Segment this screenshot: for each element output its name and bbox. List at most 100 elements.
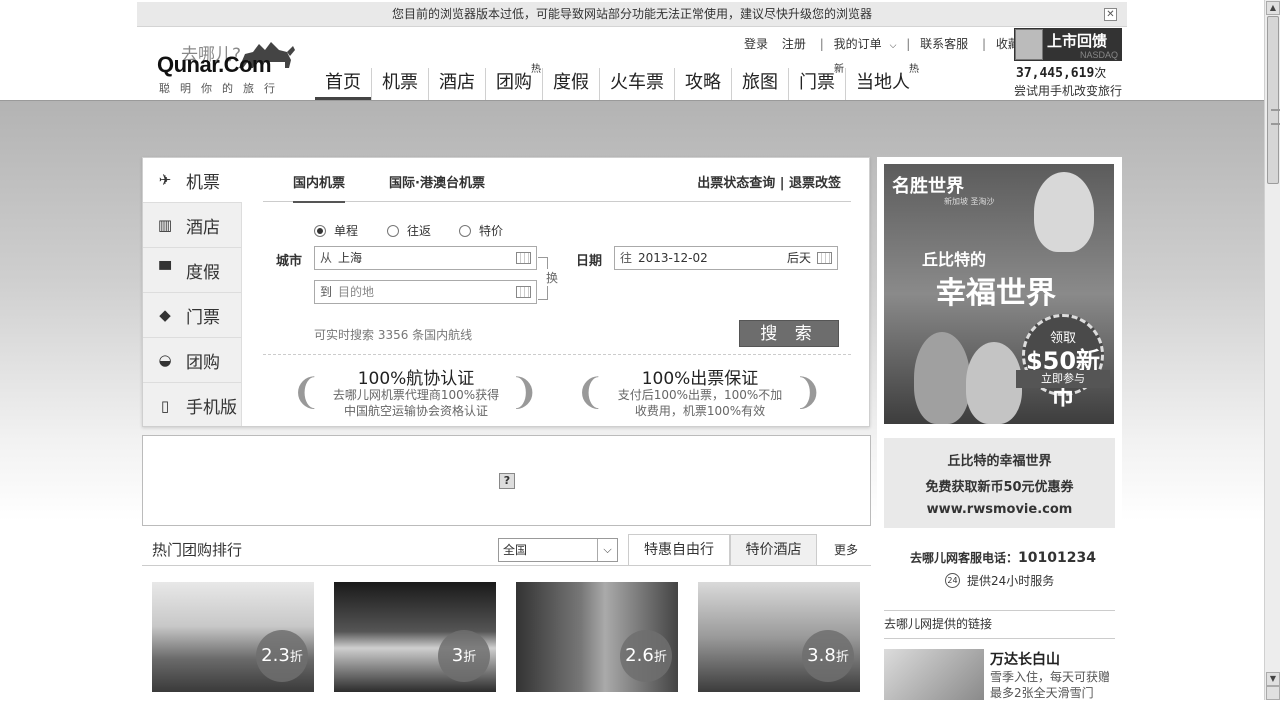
deal-thumbnail-lagoon[interactable]: 2.6折 [516,582,678,692]
nav-item-home[interactable]: 首页 [315,68,371,100]
man-photo [914,332,970,424]
counter-value: 37,445,619 [1016,66,1095,81]
login-link[interactable]: 登录 [744,37,768,51]
separator: | [819,37,824,51]
laurel-right-icon: ❩ [793,372,824,413]
ipo-thumbnail [1015,29,1043,60]
hotline-number: 10101234 [1018,550,1096,566]
cert-desc: 支付后100%出票，100%不加收费用，机票100%有效 [617,388,783,418]
swap-cities-button[interactable]: 换 [546,269,559,286]
radio-special-price[interactable]: 特价 [459,222,503,239]
radio-one-way[interactable]: 单程 [314,222,358,239]
qunar-logo[interactable]: 去哪儿? Qunar.Com 聪明你的旅行 [157,38,297,98]
banner-headline-2: 幸福世界 [936,276,1056,311]
vertical-scrollbar[interactable]: ▲ ▼ [1264,0,1280,700]
departure-date-input[interactable]: 往 2013-12-02 后天 [614,246,838,270]
from-city-input[interactable]: 从上海 [314,246,537,270]
deal-tabs-underline [142,565,871,566]
radio-icon [387,224,399,237]
separator: | [981,37,986,51]
nav-item-train[interactable]: 火车票 [599,68,674,100]
ski-resort-thumbnail[interactable] [884,649,984,700]
tab-free-travel-deals[interactable]: 特惠自由行 [628,534,730,566]
ad-slot[interactable]: ? [142,435,871,526]
logo-tagline: 聪明你的旅行 [159,82,285,95]
tab-hotel-deals[interactable]: 特价酒店 [730,534,817,566]
nav-item-tickets[interactable]: 门票新 [788,64,845,100]
links-section-title: 去哪儿网提供的链接 [884,617,993,631]
search-counter: 37,445,619次 [1016,64,1106,81]
banner-logo: 名胜世界 [892,176,964,197]
city-list-icon[interactable] [516,286,531,298]
side-tab-group-buy[interactable]: ◒ 团购 [143,338,241,383]
calendar-icon[interactable] [817,252,832,264]
logo-brand-text: Qunar.Com [157,52,272,77]
ipo-exchange: NASDAQ [1079,50,1118,60]
cert-title: 100%出票保证 [641,369,759,389]
tab-domestic-flights[interactable]: 国内机票 [293,172,346,203]
booking-panel: ✈ 机票 ▥ 酒店 ▀ 度假 ◆ 门票 ◒ 团购 ▯ 手机版 国内机票 国际·港澳台机票 出… [142,157,870,427]
group-buy-ranking-title: 热门团购排行 [152,541,243,559]
top-links: 登录 注册 | 我的订单 ⌵ | 联系客服 | 收藏 [744,35,1024,52]
city-list-icon[interactable] [516,252,531,264]
more-link[interactable]: 更多 [834,541,858,558]
side-tab-vacation[interactable]: ▀ 度假 [143,248,241,293]
building-icon: ▥ [157,216,173,234]
deal-thumbnail-villa[interactable]: 3.8折 [698,582,860,692]
tag-icon: ◆ [159,306,171,324]
header-divider [0,100,1264,101]
customer-service-link[interactable]: 联系客服 [920,37,968,51]
side-tab-mobile[interactable]: ▯ 手机版 [143,383,241,428]
link-item-title[interactable]: 万达长白山 [990,649,1060,669]
side-tab-flights[interactable]: ✈ 机票 [143,158,242,203]
scroll-thumb[interactable] [1267,16,1280,184]
region-select[interactable]: 全国 ⌵ [498,538,618,562]
route-count-text: 可实时搜索 3356 条国内航线 [314,328,473,342]
date-relative-label: 后天 [786,251,811,265]
chevron-down-icon[interactable]: ⌵ [597,539,617,561]
missing-plugin-icon: ? [499,473,515,489]
to-city-input[interactable]: 到目的地 [314,280,537,304]
register-link[interactable]: 注册 [782,37,806,51]
nav-item-flights[interactable]: 机票 [371,68,428,100]
my-orders-link[interactable]: 我的订单 [834,37,882,51]
browser-warning-bar: 您目前的浏览器版本过低，可能导致网站部分功能无法正常使用，建议尽快升级您的浏览器… [137,2,1127,27]
counter-caption[interactable]: 尝试用手机改变旅行 [1014,82,1122,99]
ipo-promo-banner[interactable]: 上市回馈 NASDAQ [1014,28,1122,61]
tab-international-flights[interactable]: 国际·港澳台机票 [389,172,485,191]
scroll-up-icon[interactable]: ▲ [1266,1,1280,15]
search-button[interactable]: 搜 索 [739,320,839,347]
side-tab-tickets[interactable]: ◆ 门票 [143,293,241,338]
radio-round-trip[interactable]: 往返 [387,222,431,239]
side-tab-hotels[interactable]: ▥ 酒店 [143,203,241,248]
promo-box[interactable]: 丘比特的幸福世界 免费获取新币50元优惠券 www.rwsmovie.com [884,438,1115,528]
nav-item-travel-photos[interactable]: 旅图 [731,68,788,100]
nav-item-group-buy[interactable]: 团购热 [485,64,542,100]
suitcase-icon: ▀ [159,261,171,279]
discount-badge: 2.6折 [620,630,672,682]
customer-hotline: 去哪儿网客服电话：10101234 [910,550,1096,566]
nav-item-vacation[interactable]: 度假 [542,68,599,100]
counter-unit: 次 [1094,66,1107,80]
child-photo [1034,172,1094,252]
promo-url: www.rwsmovie.com [926,502,1073,517]
ticket-status-links[interactable]: 出票状态查询 | 退票改签 [697,172,841,191]
promo-line-1: 丘比特的幸福世界 [947,454,1052,469]
cert-title: 100%航协认证 [357,369,475,389]
resorts-world-banner[interactable]: 名胜世界 新加坡 圣淘沙 丘比特的 幸福世界 领取 $50新币 立即参与 [884,164,1114,424]
browser-warning-text: 您目前的浏览器版本过低，可能导致网站部分功能无法正常使用，建议尽快升级您的浏览器 [391,7,872,21]
cert-desc: 去哪儿网机票代理商100%获得中国航空运输协会资格认证 [332,388,500,418]
join-now-button[interactable]: 立即参与 [1016,370,1110,388]
chevron-down-icon[interactable]: ⌵ [890,41,897,51]
link-item-desc: 雪季入住，每天可获赠最多2张全天滑雪门 [990,670,1111,700]
woman-photo [966,342,1022,424]
scroll-down-icon[interactable]: ▼ [1266,672,1280,686]
close-icon[interactable]: ✕ [1104,8,1117,21]
nav-item-guides[interactable]: 攻略 [674,68,731,100]
deal-thumbnail-night-hotel[interactable]: 3折 [334,582,496,692]
deal-thumbnail-resort[interactable]: 2.3折 [152,582,314,692]
nav-item-hotels[interactable]: 酒店 [428,68,485,100]
divider [884,638,1115,639]
discount-badge: 2.3折 [256,630,308,682]
nav-item-locals[interactable]: 当地人热 [845,64,920,100]
